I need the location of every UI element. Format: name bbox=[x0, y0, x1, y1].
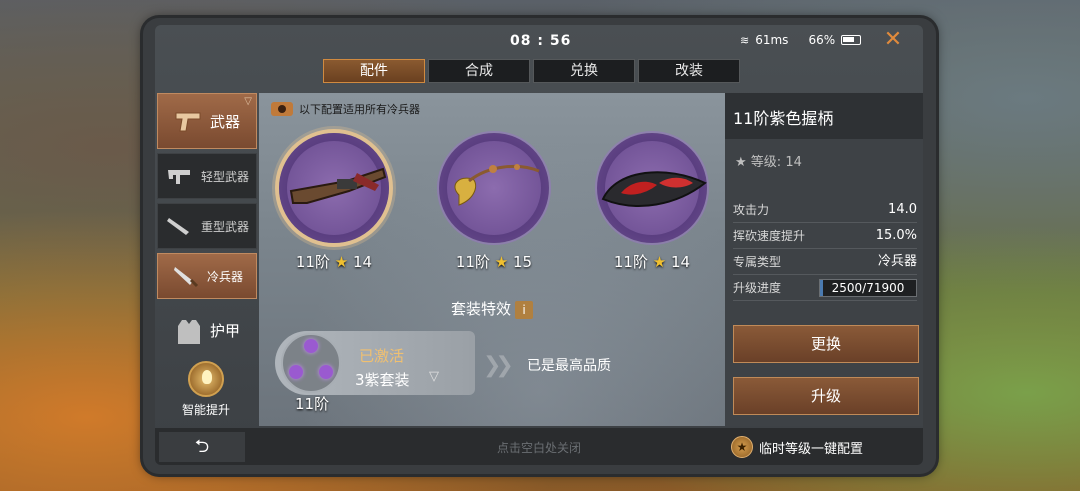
smart-upgrade-label: 智能提升 bbox=[181, 403, 230, 417]
slot-rank: 11阶 ★ 15 bbox=[455, 253, 533, 271]
tab-synthesis[interactable]: 合成 bbox=[428, 59, 530, 83]
stat-row: 挥砍速度提升 15.0% bbox=[733, 223, 917, 249]
tab-accessories[interactable]: 配件 bbox=[323, 59, 425, 83]
slot-rank: 11阶 ★ 14 bbox=[613, 253, 691, 271]
info-icon[interactable]: i bbox=[515, 300, 533, 319]
set-status: 已激活 bbox=[359, 347, 405, 365]
replace-button[interactable]: 更换 bbox=[733, 325, 919, 363]
star-icon: ★ bbox=[735, 155, 747, 170]
item-title: 11阶紫色握柄 bbox=[725, 93, 923, 139]
category-sidebar: 武器 ▽ 轻型武器 重型武器 冷兵器 护甲 智能提升 bbox=[155, 93, 259, 428]
sidebar-item-label: 冷兵器 bbox=[206, 269, 243, 284]
vest-icon bbox=[174, 318, 204, 344]
star-icon: ★ bbox=[652, 253, 667, 271]
notice-text: 以下配置适用所有冷兵器 bbox=[299, 103, 420, 116]
clock: 08 : 56 bbox=[510, 33, 572, 49]
upgrade-button[interactable]: 升级 bbox=[733, 377, 919, 415]
stat-row: 专属类型 冷兵器 bbox=[733, 249, 917, 275]
sidebar-item-weapons[interactable]: 武器 ▽ bbox=[157, 93, 257, 149]
sidebar-item-light-weapons[interactable]: 轻型武器 bbox=[157, 153, 257, 199]
upgrade-progress-bar: 2500/71900 bbox=[819, 279, 917, 297]
bottom-bar: ⮌ 点击空白处关闭 ★ 临时等级一键配置 bbox=[155, 428, 923, 465]
stats-list: 攻击力 14.0 挥砍速度提升 15.0% 专属类型 冷兵器 升级进度 2500/71… bbox=[733, 197, 917, 301]
game-dialog[interactable]: 08 : 56 ≋ 61ms 66% ✕ 配件 合成 兑换 改装 武器 ▽ 轻型… bbox=[155, 25, 923, 465]
crossbow-grip-icon bbox=[289, 167, 387, 204]
quick-config-label: 临时等级一键配置 bbox=[759, 441, 864, 457]
star-badge-icon: ★ bbox=[731, 436, 753, 458]
set-tier: 11阶 bbox=[295, 395, 330, 413]
lightbulb-icon bbox=[188, 361, 224, 397]
double-arrow-icon: ❯❯ bbox=[483, 353, 514, 378]
sidebar-item-label: 武器 bbox=[209, 112, 240, 131]
top-tabs: 配件 合成 兑换 改装 bbox=[323, 59, 740, 83]
star-icon: ★ bbox=[494, 253, 509, 271]
stat-row: 攻击力 14.0 bbox=[733, 197, 917, 223]
accessory-slot-2[interactable]: 11阶 ★ 15 bbox=[439, 133, 549, 271]
star-icon: ★ bbox=[334, 253, 349, 271]
quick-config-button[interactable]: ★ 临时等级一键配置 bbox=[731, 433, 911, 461]
set-effect-title: 套装特效 i bbox=[259, 298, 725, 319]
upgrade-progress-row: 升级进度 2500/71900 bbox=[733, 275, 917, 301]
accessory-slot-3[interactable]: 11阶 ★ 14 bbox=[597, 133, 707, 271]
eye-icon bbox=[271, 102, 293, 116]
chevron-down-icon: ▽ bbox=[244, 96, 252, 107]
pistol-icon bbox=[174, 109, 204, 133]
sidebar-item-label: 重型武器 bbox=[200, 219, 249, 234]
accessory-slot-1[interactable]: 11阶 ★ 14 bbox=[279, 133, 389, 271]
sidebar-item-melee[interactable]: 冷兵器 bbox=[157, 253, 257, 299]
tassel-icon bbox=[454, 164, 540, 206]
sidebar-item-label: 护甲 bbox=[209, 321, 240, 340]
smart-upgrade-button[interactable]: 智能提升 bbox=[173, 361, 239, 418]
blade-guard-icon bbox=[601, 171, 707, 207]
notice-bar: 以下配置适用所有冷兵器 bbox=[271, 101, 420, 117]
chevron-down-icon[interactable]: ▽ bbox=[429, 369, 439, 384]
battery-level: 66% bbox=[808, 33, 836, 47]
battery-icon bbox=[841, 35, 862, 45]
set-bonus-icon bbox=[281, 333, 341, 393]
close-icon[interactable]: ✕ bbox=[880, 27, 906, 53]
tab-modify[interactable]: 改装 bbox=[638, 59, 740, 83]
max-quality-text: 已是最高品质 bbox=[527, 358, 611, 374]
sidebar-item-armor[interactable]: 护甲 bbox=[157, 307, 257, 353]
detail-panel: 11阶紫色握柄 ★ 等级: 14 攻击力 14.0 挥砍速度提升 15.0% 专属类… bbox=[725, 93, 923, 426]
tab-exchange[interactable]: 兑换 bbox=[533, 59, 635, 83]
status-bar: ≋ 61ms 66% bbox=[740, 33, 862, 47]
slot-rank: 11阶 ★ 14 bbox=[295, 253, 373, 271]
accessory-panel: 以下配置适用所有冷兵器 11阶 ★ 14 11阶 ★ 15 11阶 ★ 14 套… bbox=[259, 93, 725, 426]
signal-ping: 61ms bbox=[755, 33, 789, 47]
launcher-icon bbox=[165, 214, 195, 238]
item-level: ★ 等级: 14 bbox=[735, 155, 802, 170]
sidebar-item-heavy-weapons[interactable]: 重型武器 bbox=[157, 203, 257, 249]
knife-icon bbox=[171, 264, 201, 288]
smg-icon bbox=[165, 164, 195, 188]
wifi-icon: ≋ bbox=[740, 33, 750, 47]
sidebar-item-label: 轻型武器 bbox=[200, 169, 249, 184]
set-name: 3紫套装 bbox=[355, 371, 410, 389]
